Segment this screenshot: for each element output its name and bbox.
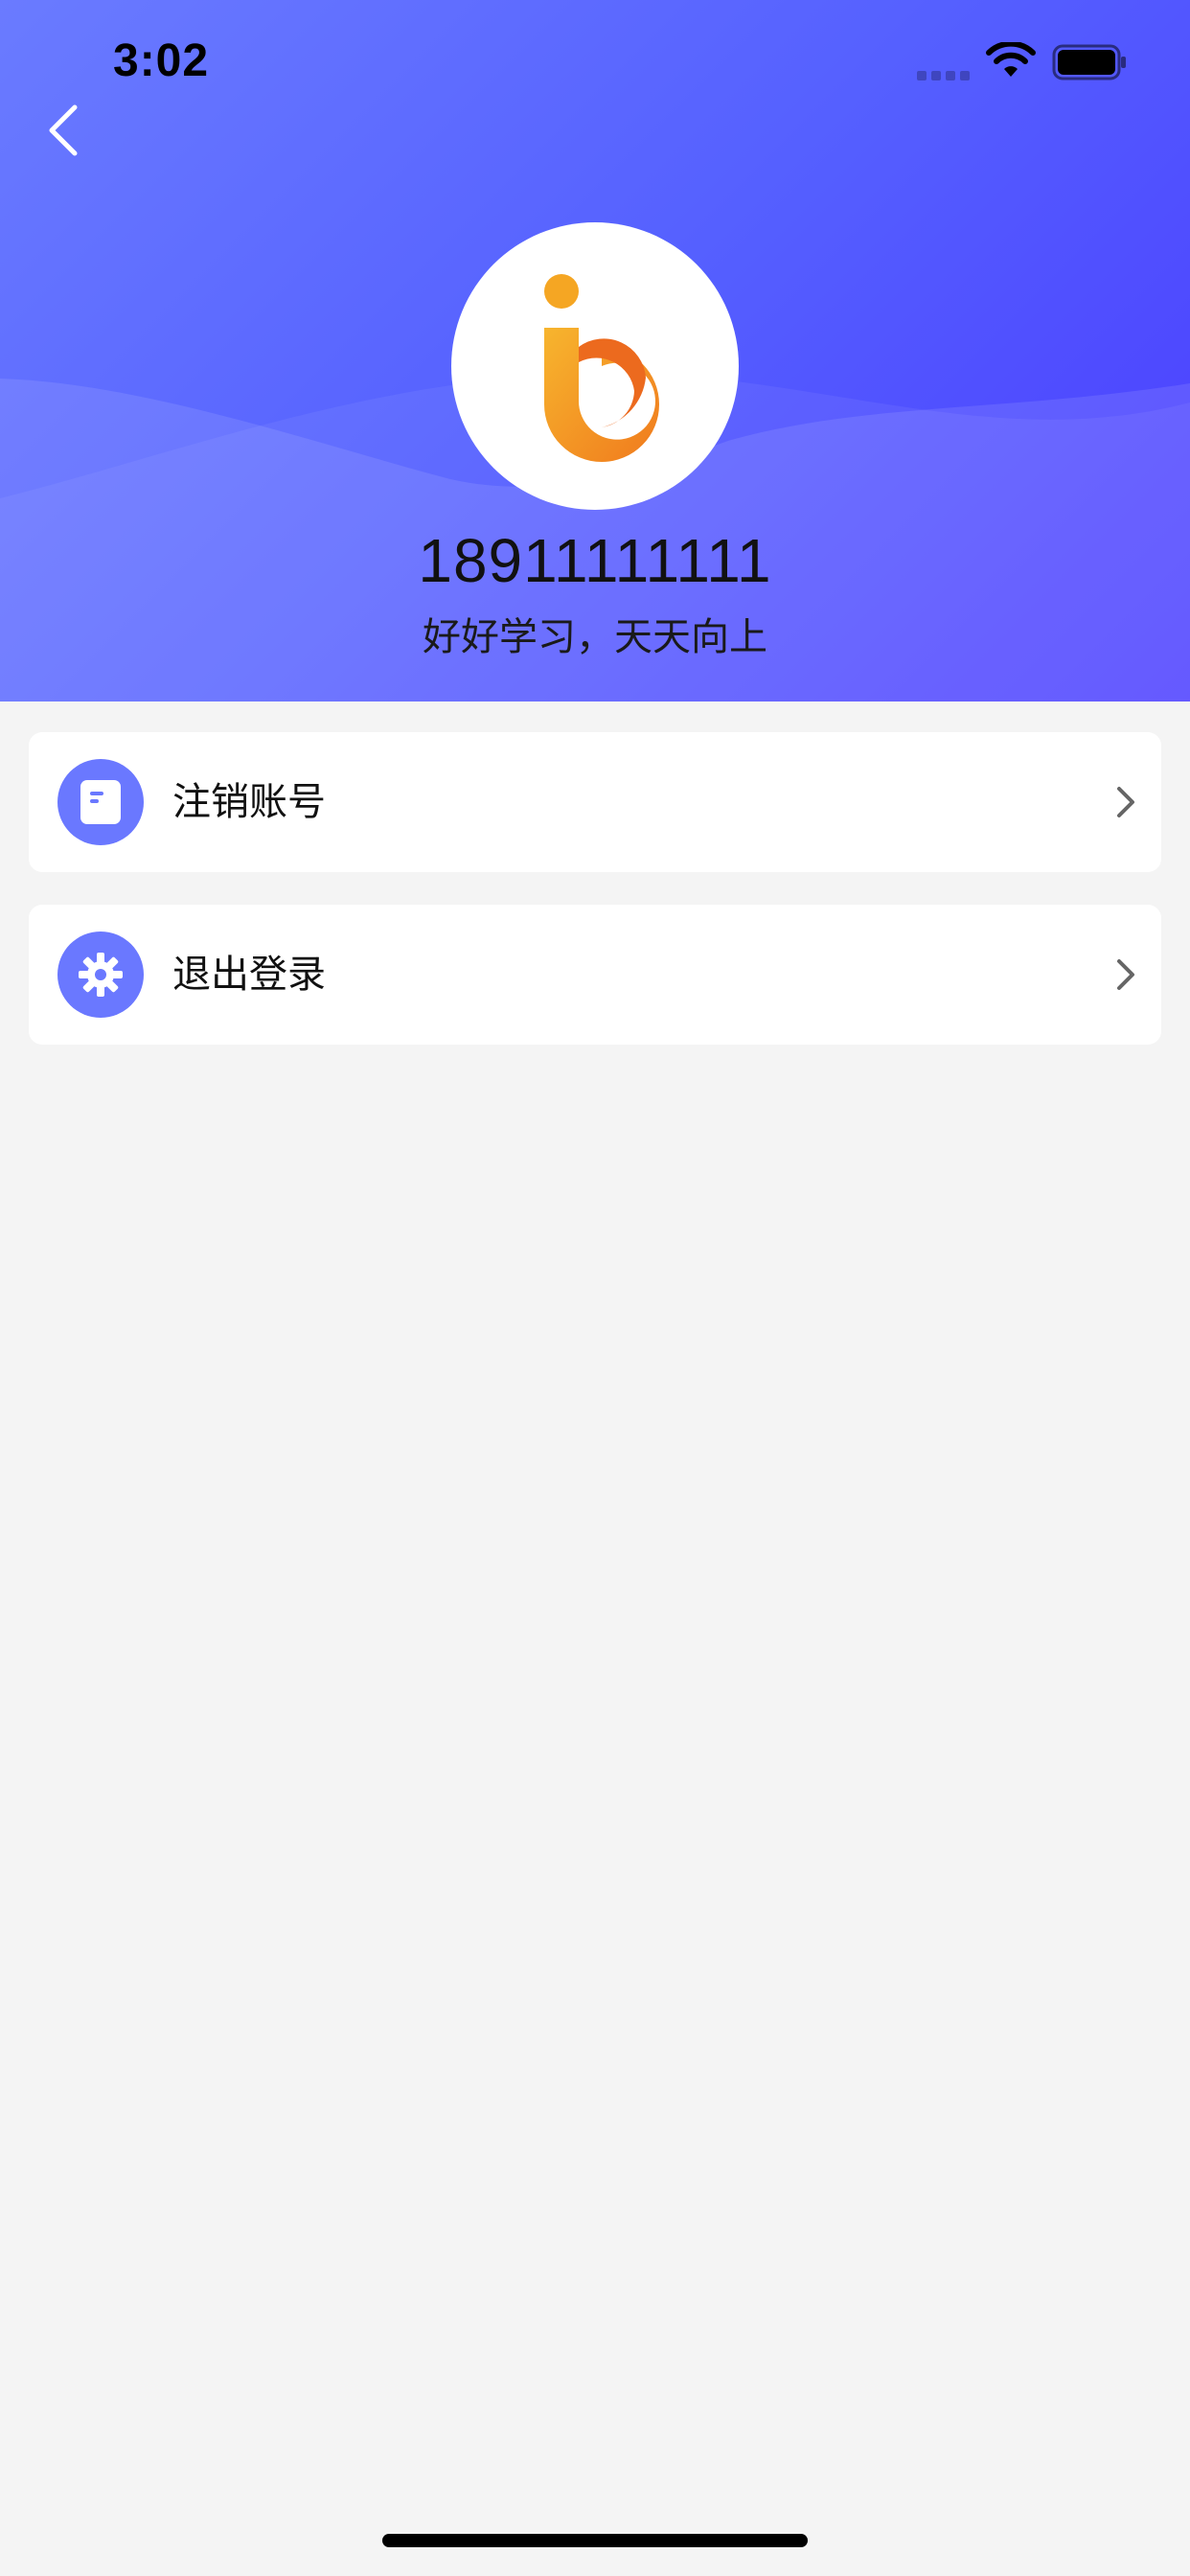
user-motto: 好好学习，天天向上 xyxy=(423,615,767,659)
status-bar: 3:02 xyxy=(0,0,1190,125)
avatar[interactable] xyxy=(451,222,739,510)
menu-label: 注销账号 xyxy=(172,780,326,824)
chevron-right-icon xyxy=(1117,787,1134,817)
home-indicator[interactable] xyxy=(382,2534,808,2547)
app-logo xyxy=(544,274,659,462)
battery-icon xyxy=(1052,44,1126,80)
chevron-right-icon xyxy=(1117,959,1134,990)
profile-header: 3:02 18911111111 好好学习，天天向上 xyxy=(0,0,1190,702)
deactivate-account-item[interactable]: 注销账号 xyxy=(29,732,1161,872)
username: 18911111111 xyxy=(418,526,772,595)
logout-item[interactable]: 退出登录 xyxy=(29,905,1161,1045)
document-icon xyxy=(80,780,121,824)
wifi-icon xyxy=(986,42,1036,77)
back-button[interactable] xyxy=(29,92,98,169)
chevron-left-icon xyxy=(49,104,78,156)
gear-icon xyxy=(79,953,123,997)
menu-label: 退出登录 xyxy=(172,953,326,997)
signal-icon xyxy=(917,71,970,80)
menu-icon-circle xyxy=(57,759,144,845)
status-time: 3:02 xyxy=(113,35,210,86)
menu-icon-circle xyxy=(57,932,144,1018)
